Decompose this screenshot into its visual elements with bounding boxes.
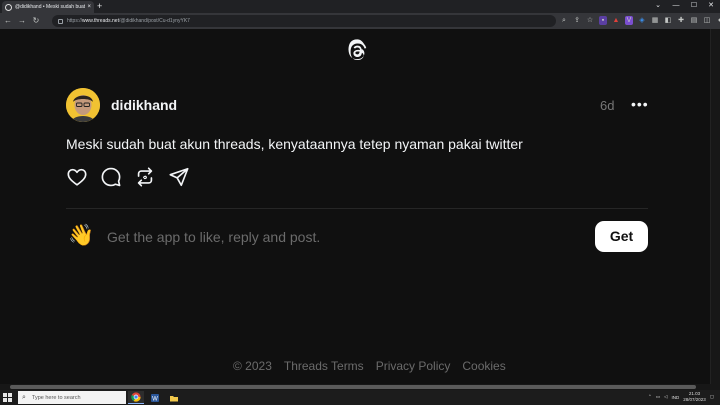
privacy-policy-link[interactable]: Privacy Policy <box>376 359 451 373</box>
post-username[interactable]: didikhand <box>111 97 177 113</box>
extensions-puzzle-icon[interactable]: ✚ <box>677 16 685 25</box>
threads-terms-link[interactable]: Threads Terms <box>284 359 364 373</box>
maximize-button[interactable]: ☐ <box>686 0 702 13</box>
chevron-down-icon[interactable]: ⌄ <box>650 0 666 13</box>
new-tab-button[interactable]: + <box>97 1 102 12</box>
forward-button[interactable]: → <box>16 13 28 29</box>
minimize-button[interactable]: — <box>668 0 684 13</box>
share-page-icon[interactable]: ⇪ <box>573 16 581 25</box>
threads-favicon-icon <box>5 3 12 11</box>
extension-icon[interactable]: ◈ <box>638 16 646 25</box>
more-options-button[interactable]: ••• <box>631 96 649 112</box>
repost-icon[interactable] <box>134 166 156 188</box>
notification-icon[interactable]: ▢ <box>710 394 714 400</box>
language-indicator[interactable]: IND <box>671 395 679 400</box>
tab-title: @didikhand • Meski sudah buat akun threa… <box>15 4 86 10</box>
clock-date: 28/07/2023 <box>683 397 706 402</box>
threads-logo-icon[interactable] <box>346 39 368 63</box>
avatar[interactable] <box>66 88 100 122</box>
post-timestamp[interactable]: 6d <box>600 98 614 113</box>
vertical-scrollbar[interactable] <box>710 29 720 384</box>
divider <box>66 208 648 209</box>
post-text: Meski sudah buat akun threads, kenyataan… <box>66 136 523 152</box>
heart-icon[interactable] <box>66 166 88 188</box>
get-app-prompt: Get the app to like, reply and post. <box>107 229 321 245</box>
side-panel-icon[interactable]: ◫ <box>703 16 711 25</box>
url-text: https://www.threads.net/@didikhand/post/… <box>67 18 190 24</box>
browser-tab-bar: @didikhand • Meski sudah buat akun threa… <box>0 0 720 13</box>
extension-icon[interactable]: ▲ <box>612 16 620 25</box>
browser-tab[interactable]: @didikhand • Meski sudah buat akun threa… <box>2 1 94 13</box>
send-icon[interactable] <box>168 166 190 188</box>
copyright-text: © 2023 <box>233 359 272 373</box>
taskbar-search-input[interactable]: ⌕ Type here to search <box>18 391 126 404</box>
system-tray: ⌃ ▭ ◁ IND 21.03 28/07/2023 ▢ <box>648 391 714 403</box>
bookmark-star-icon[interactable]: ☆ <box>586 16 594 25</box>
get-app-banner: 👋 Get the app to like, reply and post. G… <box>66 221 648 253</box>
lock-icon <box>58 18 63 24</box>
profile-icon[interactable]: ● <box>716 16 720 25</box>
reading-list-icon[interactable]: ▤ <box>690 16 698 25</box>
windows-start-icon[interactable] <box>3 393 12 402</box>
file-explorer-taskbar-icon[interactable] <box>166 391 182 404</box>
taskbar-clock[interactable]: 21.03 28/07/2023 <box>683 391 706 403</box>
cookies-link[interactable]: Cookies <box>462 359 505 373</box>
user-avatar-icon <box>66 88 100 122</box>
search-placeholder: Type here to search <box>31 394 81 401</box>
extension-icon[interactable]: ▪ <box>599 16 607 25</box>
scrollbar-thumb[interactable] <box>10 385 696 389</box>
threads-page: didikhand 6d ••• Meski sudah buat akun t… <box>0 29 710 384</box>
extension-icon[interactable]: V <box>625 16 633 25</box>
close-window-button[interactable]: ✕ <box>703 0 719 13</box>
word-taskbar-icon[interactable]: W <box>147 391 163 404</box>
chrome-taskbar-icon[interactable] <box>128 391 144 404</box>
volume-icon[interactable]: ◁ <box>664 394 667 400</box>
browser-toolbar: ← → ↻ https://www.threads.net/@didikhand… <box>0 13 720 29</box>
zoom-icon[interactable]: ⌕ <box>560 16 568 25</box>
svg-text:W: W <box>152 396 158 402</box>
chevron-up-icon[interactable]: ⌃ <box>648 394 652 400</box>
search-icon: ⌕ <box>22 393 26 401</box>
tab-close-button[interactable]: × <box>87 4 91 10</box>
post-actions <box>66 166 190 188</box>
waving-hand-icon: 👋 <box>68 224 95 247</box>
reload-button[interactable]: ↻ <box>30 13 42 29</box>
network-icon[interactable]: ▭ <box>656 394 660 400</box>
extension-icon[interactable]: ◧ <box>664 16 672 25</box>
back-button[interactable]: ← <box>2 13 14 29</box>
extension-icon[interactable]: ▦ <box>651 16 659 25</box>
address-bar[interactable]: https://www.threads.net/@didikhand/post/… <box>52 15 556 27</box>
comment-icon[interactable] <box>100 166 122 188</box>
page-footer: © 2023 Threads Terms Privacy Policy Cook… <box>233 359 506 373</box>
get-app-button[interactable]: Get <box>595 221 648 252</box>
windows-taskbar: ⌕ Type here to search W ⌃ ▭ ◁ IND 21.03 … <box>0 390 720 405</box>
